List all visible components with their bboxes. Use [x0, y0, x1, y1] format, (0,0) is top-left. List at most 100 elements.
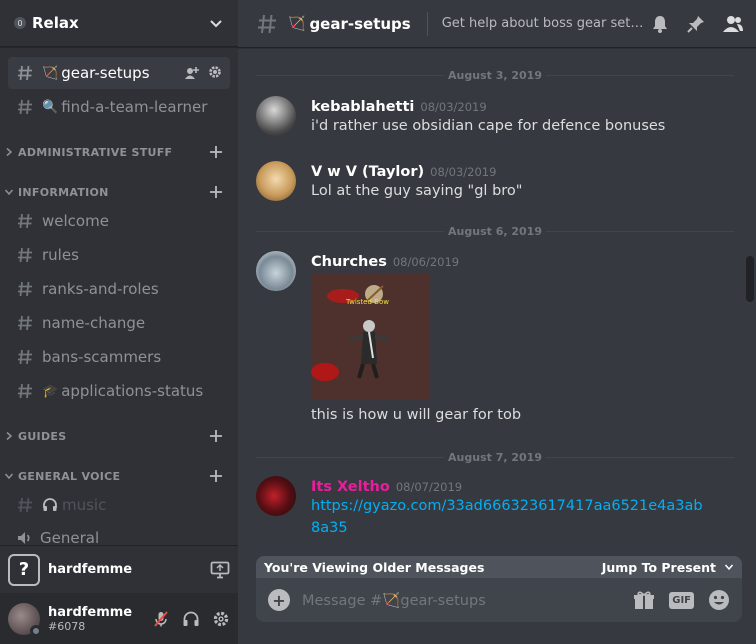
bow-emoji-icon: 🏹 [42, 65, 59, 81]
channel-gear-setups[interactable]: 🏹 gear-setups [8, 57, 230, 89]
channel-name: applications-status [61, 382, 204, 400]
bow-emoji-icon: 🏹 [382, 592, 401, 609]
add-channel-icon[interactable] [208, 184, 224, 200]
add-channel-icon[interactable] [208, 144, 224, 160]
message-list[interactable]: August 3, 2019 kebablahetti 08/03/2019 i'… [238, 48, 756, 552]
category-label: INFORMATION [18, 185, 109, 199]
channel-rules[interactable]: rules [8, 239, 230, 271]
message-timestamp: 08/06/2019 [392, 255, 460, 269]
category-information[interactable]: INFORMATION [4, 182, 230, 202]
chevron-down-icon[interactable] [208, 15, 224, 31]
screen-share-icon[interactable] [210, 561, 230, 579]
message-input-placeholder[interactable]: Message #🏹gear-setups [302, 592, 486, 609]
question-icon[interactable]: ? [8, 553, 40, 586]
category-label: GUIDES [18, 429, 67, 443]
channel-name: find-a-team-learner [61, 98, 208, 116]
channel-topic[interactable]: Get help about boss gear setups ... [442, 16, 648, 31]
message: kebablahetti 08/03/2019 i'd rather use ob… [256, 96, 736, 137]
headphones-icon [43, 498, 57, 511]
channel-applications-status[interactable]: 🎓 applications-status [8, 375, 230, 407]
pin-icon[interactable] [686, 14, 706, 34]
gift-icon[interactable] [633, 590, 655, 610]
placeholder-prefix: Message # [302, 592, 383, 609]
gear-icon[interactable] [208, 65, 222, 79]
channel-bans-scammers[interactable]: bans-scammers [8, 341, 230, 373]
date-label: August 6, 2019 [448, 224, 542, 238]
channel-name: welcome [42, 212, 109, 230]
message: Its Xeltho 08/07/2019 https://gyazo.com/3… [256, 476, 736, 539]
channel-find-a-team-learner[interactable]: 🔍 find-a-team-learner [8, 91, 230, 123]
gif-button[interactable]: GIF [669, 591, 694, 609]
channel-welcome[interactable]: welcome [8, 205, 230, 237]
avatar[interactable] [8, 602, 42, 637]
channel-name-change[interactable]: name-change [8, 307, 230, 339]
attachment-caption: Twisted Bow [345, 298, 389, 306]
chevron-right-icon [6, 431, 13, 441]
date-divider: August 3, 2019 [256, 68, 734, 82]
date-divider: August 7, 2019 [256, 450, 734, 464]
channel-name: music [62, 496, 107, 514]
message-author[interactable]: Churches [311, 254, 387, 270]
category-guides[interactable]: GUIDES [4, 426, 230, 446]
date-label: August 7, 2019 [448, 450, 542, 464]
hash-icon [18, 383, 32, 399]
chevron-right-icon [6, 147, 13, 157]
hash-icon [258, 14, 276, 33]
magnifier-emoji-icon: 🔍 [42, 99, 59, 115]
headphones-icon[interactable] [182, 610, 200, 628]
user-panel: hardfemme #6078 [0, 593, 238, 644]
message-author[interactable]: Its Xeltho [311, 479, 390, 495]
add-channel-icon[interactable] [208, 428, 224, 444]
voice-channel-music[interactable]: music [8, 489, 230, 521]
bow-emoji-icon: 🏹 [288, 15, 306, 32]
user-discriminator: #6078 [48, 619, 86, 633]
date-divider: August 6, 2019 [256, 224, 734, 238]
activity-label: hardfemme [48, 562, 133, 577]
create-invite-icon[interactable] [184, 65, 200, 81]
server-header[interactable]: 0 Relax [0, 0, 238, 47]
jump-to-present-button[interactable]: Jump To Present [602, 560, 734, 575]
username: hardfemme [48, 604, 133, 620]
scrollbar-thumb[interactable] [746, 256, 754, 302]
hash-icon [18, 497, 32, 513]
channel-name: bans-scammers [42, 348, 162, 366]
upload-plus-button[interactable]: + [268, 589, 290, 611]
channel-list: 🏹 gear-setups 🔍 find-a-team-learner ADMI… [0, 52, 238, 545]
category-administrative-stuff[interactable]: ADMINISTRATIVE STUFF [4, 142, 230, 162]
gear-screenshot-image: Twisted Bow [311, 274, 429, 400]
emoji-smile-icon[interactable] [708, 589, 730, 611]
chevron-down-icon [4, 473, 14, 480]
voice-channel-general[interactable]: General [8, 522, 230, 545]
date-label: August 3, 2019 [448, 68, 542, 82]
message-timestamp: 08/03/2019 [420, 100, 487, 114]
avatar[interactable] [256, 161, 296, 201]
speaker-icon [18, 532, 30, 544]
avatar[interactable] [256, 251, 296, 291]
hash-icon [18, 281, 32, 297]
bell-icon[interactable] [650, 14, 670, 34]
message-author[interactable]: V w V (Taylor) [311, 164, 424, 180]
message-timestamp: 08/07/2019 [395, 480, 463, 494]
channel-header: 🏹 gear-setups Get help about boss gear s… [238, 0, 756, 48]
channel-name: rules [42, 246, 79, 264]
category-label: ADMINISTRATIVE STUFF [18, 145, 173, 159]
message-composer[interactable]: + Message #🏹gear-setups GIF [256, 578, 742, 622]
gear-icon[interactable] [212, 610, 230, 628]
older-messages-label: You're Viewing Older Messages [264, 559, 485, 575]
avatar[interactable] [256, 476, 296, 516]
message-timestamp: 08/03/2019 [430, 165, 497, 179]
chevron-down-icon [724, 564, 734, 571]
mute-microphone-icon[interactable] [152, 610, 170, 628]
avatar[interactable] [256, 96, 296, 136]
hash-icon [18, 247, 32, 263]
placeholder-channel: gear-setups [400, 592, 486, 609]
message-author[interactable]: kebablahetti [311, 99, 414, 115]
channel-title: gear-setups [309, 14, 411, 33]
member-list-icon[interactable] [722, 14, 744, 34]
add-channel-icon[interactable] [208, 468, 224, 484]
hash-icon [18, 349, 32, 365]
image-attachment[interactable]: Twisted Bow [311, 274, 429, 400]
channel-ranks-and-roles[interactable]: ranks-and-roles [8, 273, 230, 305]
category-general-voice[interactable]: GENERAL VOICE [4, 466, 230, 486]
message-link[interactable]: https://gyazo.com/33ad666323617417aa6521… [311, 495, 711, 539]
